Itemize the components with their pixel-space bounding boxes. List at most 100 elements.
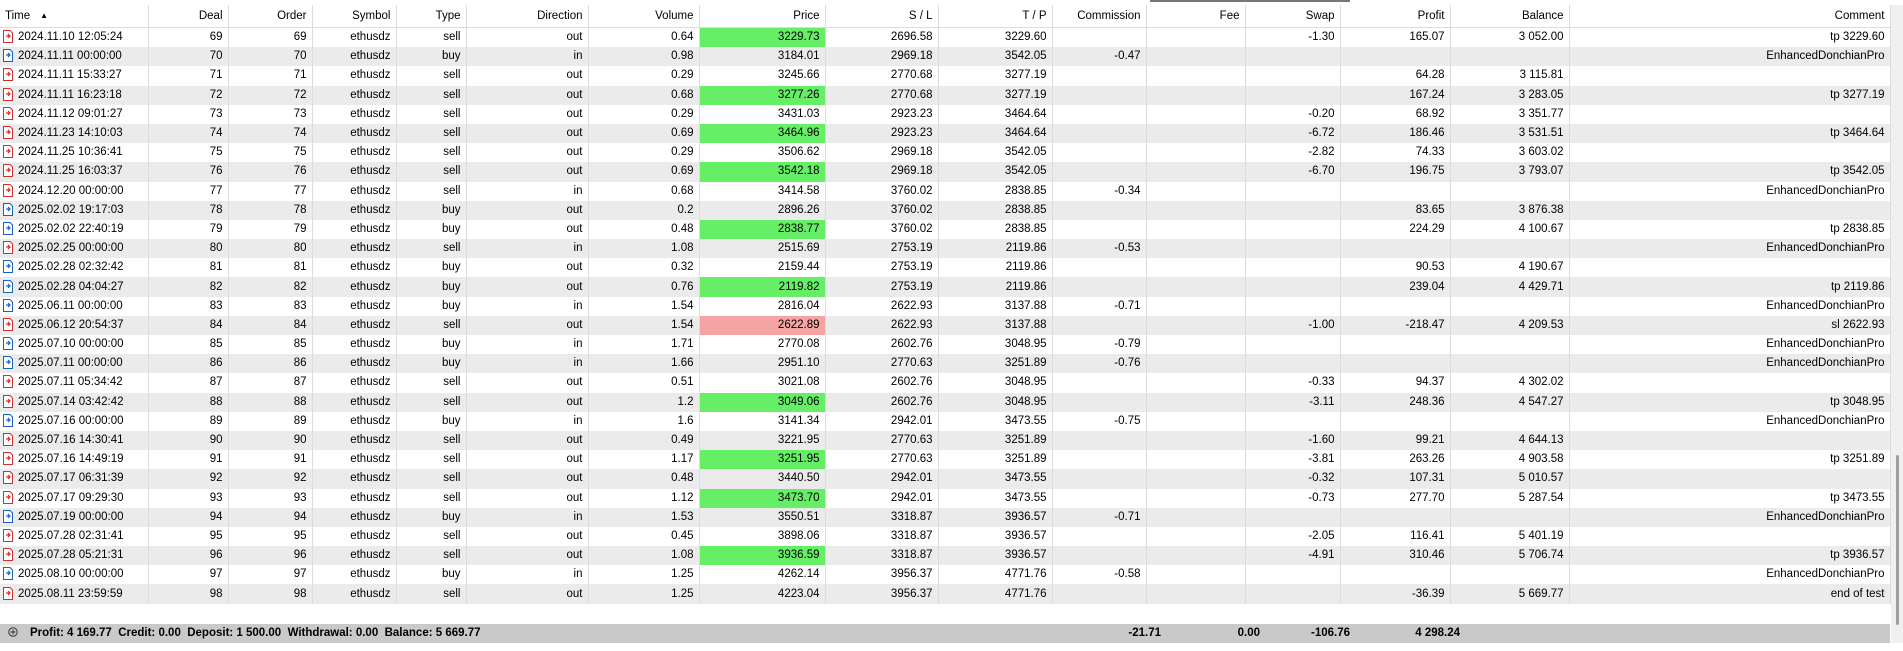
summary-expand-icon[interactable] (8, 624, 18, 643)
cell-time: 2025.07.17 06:31:39 (0, 469, 149, 489)
sell-deal-icon (3, 106, 13, 120)
time-text: 2025.07.17 09:29:30 (18, 491, 124, 504)
cell-swap: -1.00 (1245, 315, 1341, 335)
column-header-symbol[interactable]: Symbol (312, 5, 397, 28)
table-row[interactable]: 2025.08.11 23:59:59 98 98 ethusdz sell out 1.2… (0, 584, 1891, 604)
cell-tp: 3473.55 (938, 469, 1053, 489)
buy-deal-icon (3, 337, 13, 351)
cell-fee (1146, 507, 1246, 527)
table-row[interactable]: 2025.07.11 00:00:00 86 86 ethusdz buy in 1.66 2… (0, 354, 1891, 374)
column-header-volume[interactable]: Volume (588, 5, 700, 28)
cell-sl: 2770.63 (825, 450, 939, 470)
table-row[interactable]: 2025.07.16 00:00:00 89 89 ethusdz buy in 1.6 31… (0, 411, 1891, 431)
sell-deal-icon (3, 241, 13, 255)
cell-time: 2025.02.25 00:00:00 (0, 239, 149, 259)
table-row[interactable]: 2024.11.25 16:03:37 76 76 ethusdz sell out 0.6… (0, 162, 1891, 182)
cell-sl: 2942.01 (825, 411, 939, 431)
cell-type: buy (396, 411, 467, 431)
cell-swap (1245, 354, 1341, 374)
column-header-commission[interactable]: Commission (1052, 5, 1147, 28)
cell-swap (1245, 258, 1341, 278)
cell-fee (1146, 411, 1246, 431)
table-row[interactable]: 2025.02.02 22:40:19 79 79 ethusdz buy out 0.48… (0, 219, 1891, 240)
column-header-time[interactable]: Time ▲ (0, 5, 149, 28)
cell-symbol: ethusdz (312, 546, 397, 566)
column-header-comment[interactable]: Comment (1569, 5, 1891, 28)
table-row[interactable]: 2024.11.10 12:05:24 69 69 ethusdz sell out 0.6… (0, 27, 1891, 48)
cell-price: 2896.26 (699, 200, 826, 220)
column-header-order[interactable]: Order (228, 5, 313, 28)
cell-time: 2024.12.20 00:00:00 (0, 181, 149, 201)
cell-direction: out (466, 526, 589, 547)
cell-profit: 263.26 (1340, 450, 1451, 470)
table-row[interactable]: 2024.11.12 09:01:27 73 73 ethusdz sell out 0.2… (0, 104, 1891, 124)
table-row[interactable]: 2024.11.11 15:33:27 71 71 ethusdz sell out 0.2… (0, 66, 1891, 86)
cell-commission: -0.58 (1052, 565, 1147, 585)
column-header-tp[interactable]: T / P (938, 5, 1053, 28)
cell-swap: -1.60 (1245, 430, 1341, 451)
cell-symbol: ethusdz (312, 200, 397, 220)
cell-commission (1052, 200, 1147, 220)
table-row[interactable]: 2024.11.11 00:00:00 70 70 ethusdz buy in 0.98 3… (0, 47, 1891, 67)
cell-deal: 91 (148, 450, 229, 470)
cell-profit: 74.33 (1340, 143, 1451, 163)
table-row[interactable]: 2025.02.28 02:32:42 81 81 ethusdz buy out 0.32… (0, 258, 1891, 278)
cell-deal: 94 (148, 507, 229, 527)
cell-time: 2025.02.02 19:17:03 (0, 200, 149, 220)
table-row[interactable]: 2025.02.02 19:17:03 78 78 ethusdz buy out 0.2 2… (0, 200, 1891, 220)
cell-volume: 0.69 (588, 162, 700, 182)
cell-time: 2025.06.12 20:54:37 (0, 315, 149, 335)
table-row[interactable]: 2024.12.20 00:00:00 77 77 ethusdz sell in 0.68… (0, 181, 1891, 201)
column-header-label: Swap (1305, 10, 1335, 22)
table-row[interactable]: 2025.07.28 02:31:41 95 95 ethusdz sell out 0.4… (0, 526, 1891, 547)
column-header-deal[interactable]: Deal (148, 5, 229, 28)
cell-commission (1052, 104, 1147, 124)
table-row[interactable]: 2025.06.12 20:54:37 84 84 ethusdz sell out 1.5… (0, 315, 1891, 335)
table-row[interactable]: 2025.08.10 00:00:00 97 97 ethusdz buy in 1.25 4… (0, 565, 1891, 585)
cell-sl: 2753.19 (825, 258, 939, 278)
column-header-fee[interactable]: Fee (1146, 5, 1246, 28)
cell-swap (1245, 200, 1341, 220)
sell-deal-icon (3, 433, 13, 447)
cell-type: sell (396, 239, 467, 259)
cell-symbol: ethusdz (312, 584, 397, 604)
cell-order: 92 (228, 469, 313, 489)
sell-deal-icon (3, 528, 13, 542)
vertical-scrollbar[interactable] (1891, 5, 1903, 643)
cell-swap: -0.33 (1245, 373, 1341, 393)
time-text: 2025.02.25 00:00:00 (18, 242, 124, 255)
column-header-profit[interactable]: Profit (1340, 5, 1451, 28)
table-row[interactable]: 2025.06.11 00:00:00 83 83 ethusdz buy in 1.54 2… (0, 296, 1891, 316)
cell-comment: EnhancedDonchianPro (1569, 507, 1891, 527)
cell-tp: 3277.19 (938, 66, 1053, 86)
table-row[interactable]: 2025.07.16 14:30:41 90 90 ethusdz sell out 0.4… (0, 430, 1891, 451)
table-row[interactable]: 2025.02.25 00:00:00 80 80 ethusdz sell in 1.08… (0, 239, 1891, 259)
cell-volume: 1.2 (588, 392, 700, 412)
table-row[interactable]: 2025.07.10 00:00:00 85 85 ethusdz buy in 1.71 2… (0, 335, 1891, 355)
column-header-direction[interactable]: Direction (466, 5, 589, 28)
column-header-swap[interactable]: Swap (1245, 5, 1341, 28)
cell-fee (1146, 392, 1246, 412)
scrollbar-thumb[interactable] (1896, 455, 1899, 625)
table-row[interactable]: 2025.07.28 05:21:31 96 96 ethusdz sell out 1.0… (0, 546, 1891, 566)
cell-time: 2024.11.11 16:23:18 (0, 85, 149, 105)
column-header-type[interactable]: Type (396, 5, 467, 28)
table-row[interactable]: 2025.07.14 03:42:42 88 88 ethusdz sell out 1.2… (0, 392, 1891, 412)
table-row[interactable]: 2025.07.16 14:49:19 91 91 ethusdz sell out 1.1… (0, 450, 1891, 470)
column-header-price[interactable]: Price (699, 5, 826, 28)
table-row[interactable]: 2024.11.11 16:23:18 72 72 ethusdz sell out 0.6… (0, 85, 1891, 105)
table-row[interactable]: 2024.11.23 14:10:03 74 74 ethusdz sell out 0.6… (0, 123, 1891, 144)
table-row[interactable]: 2024.11.25 10:36:41 75 75 ethusdz sell out 0.2… (0, 143, 1891, 163)
cell-type: buy (396, 565, 467, 585)
column-header-sl[interactable]: S / L (825, 5, 939, 28)
table-row[interactable]: 2025.07.17 06:31:39 92 92 ethusdz sell out 0.4… (0, 469, 1891, 489)
table-row[interactable]: 2025.07.11 05:34:42 87 87 ethusdz sell out 0.5… (0, 373, 1891, 393)
table-row[interactable]: 2025.02.28 04:04:27 82 82 ethusdz buy out 0.76… (0, 277, 1891, 297)
table-row[interactable]: 2025.07.19 00:00:00 94 94 ethusdz buy in 1.53 3… (0, 507, 1891, 527)
table-row[interactable]: 2025.07.17 09:29:30 93 93 ethusdz sell out 1.1… (0, 488, 1891, 508)
cell-deal: 88 (148, 392, 229, 412)
cell-price: 3440.50 (699, 469, 826, 489)
cell-swap: -3.81 (1245, 450, 1341, 470)
column-header-balance[interactable]: Balance (1450, 5, 1570, 28)
cell-fee (1146, 239, 1246, 259)
